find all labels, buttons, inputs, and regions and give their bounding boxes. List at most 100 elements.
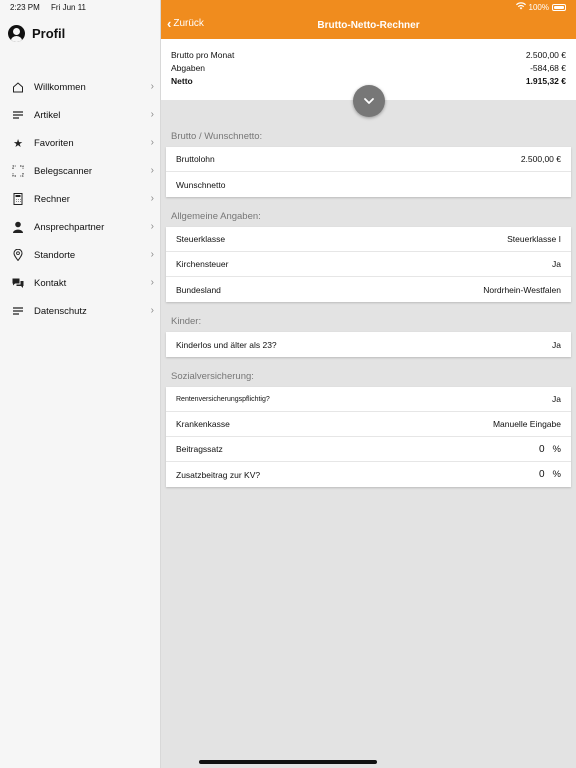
- section-title-kinder: Kinder:: [171, 316, 202, 327]
- row-label: Steuerklasse: [176, 234, 226, 244]
- sidebar-item-standorte[interactable]: Standorte ›: [0, 241, 161, 269]
- summary-abgaben-value: -584,68 €: [530, 63, 566, 73]
- row-label: Krankenkasse: [176, 419, 230, 429]
- calculator-icon: [11, 192, 25, 206]
- row-value: Ja: [552, 259, 561, 269]
- row-label: Kirchensteuer: [176, 259, 229, 269]
- row-kinderlos[interactable]: Kinderlos und älter als 23? Ja: [166, 332, 571, 357]
- sidebar-item-kontakt[interactable]: Kontakt ›: [0, 269, 161, 297]
- chevron-right-icon: ›: [150, 277, 154, 288]
- row-steuerklasse[interactable]: Steuerklasse Steuerklasse I: [166, 227, 571, 252]
- location-pin-icon: [11, 248, 25, 262]
- summary-brutto-value: 2.500,00 €: [525, 50, 566, 60]
- sidebar-item-favoriten[interactable]: ★ Favoriten ›: [0, 129, 161, 157]
- row-bruttolohn[interactable]: Bruttolohn 2.500,00 €: [166, 147, 571, 172]
- sidebar-item-label: Willkommen: [34, 81, 86, 93]
- chevron-down-icon: [363, 92, 375, 110]
- status-bar-right: 100%: [515, 2, 566, 12]
- zusatzbeitrag-input[interactable]: 0: [539, 469, 545, 480]
- summary-brutto-label: Brutto pro Monat: [171, 50, 235, 60]
- row-rentenversicherung[interactable]: Rentenversicherungspflichtig? Ja: [166, 387, 571, 412]
- status-date: Fri Jun 11: [51, 3, 87, 12]
- row-beitragssatz[interactable]: Beitragssatz 0 %: [166, 437, 571, 462]
- summary-brutto-row: Brutto pro Monat 2.500,00 €: [171, 50, 566, 60]
- profile-title: Profil: [32, 26, 66, 41]
- row-label: Bruttolohn: [176, 154, 215, 164]
- profile-icon: [8, 25, 25, 42]
- sidebar-item-label: Artikel: [34, 109, 61, 121]
- section-title-brutto: Brutto / Wunschnetto:: [171, 131, 263, 142]
- battery-percent: 100%: [528, 2, 549, 12]
- card-allgemein: Steuerklasse Steuerklasse I Kirchensteue…: [166, 227, 571, 302]
- summary-abgaben-row: Abgaben -584,68 €: [171, 63, 566, 73]
- summary-netto-label: Netto: [171, 76, 193, 86]
- page-title: Brutto-Netto-Rechner: [317, 20, 420, 31]
- sidebar-nav: Willkommen › Artikel › ★ Favoriten › Bel…: [0, 73, 161, 325]
- sidebar-item-label: Datenschutz: [34, 305, 87, 317]
- card-sozial: Rentenversicherungspflichtig? Ja Kranken…: [166, 387, 571, 487]
- list-icon: [11, 304, 25, 318]
- list-icon: [11, 108, 25, 122]
- sidebar-item-willkommen[interactable]: Willkommen ›: [0, 73, 161, 101]
- row-label: Wunschnetto: [176, 179, 226, 190]
- summary-abgaben-label: Abgaben: [171, 63, 206, 73]
- sidebar-item-rechner[interactable]: Rechner ›: [0, 185, 161, 213]
- row-wunschnetto[interactable]: Wunschnetto: [166, 172, 571, 197]
- chevron-right-icon: ›: [150, 137, 154, 148]
- nav-header: ‹ Zurück Brutto-Netto-Rechner: [161, 0, 576, 39]
- chevron-right-icon: ›: [150, 193, 154, 204]
- row-krankenkasse[interactable]: Krankenkasse Manuelle Eingabe: [166, 412, 571, 437]
- row-value: Nordrhein-Westfalen: [483, 284, 561, 295]
- sidebar-item-label: Favoriten: [34, 137, 74, 149]
- chevron-right-icon: ›: [150, 81, 154, 92]
- row-label: Rentenversicherungspflichtig?: [176, 395, 270, 403]
- sidebar-item-label: Belegscanner: [34, 165, 93, 177]
- row-label: Kinderlos und älter als 23?: [176, 339, 277, 350]
- section-title-sozial: Sozialversicherung:: [171, 371, 254, 382]
- card-brutto: Bruttolohn 2.500,00 € Wunschnetto: [166, 147, 571, 197]
- expand-details-button[interactable]: [353, 85, 385, 117]
- profile-header[interactable]: Profil: [8, 25, 65, 42]
- chevron-right-icon: ›: [150, 305, 154, 316]
- sidebar-item-label: Ansprechpartner: [34, 221, 105, 233]
- row-bundesland[interactable]: Bundesland Nordrhein-Westfalen: [166, 277, 571, 302]
- sidebar-item-label: Kontakt: [34, 277, 67, 289]
- sidebar-item-artikel[interactable]: Artikel ›: [0, 101, 161, 129]
- star-icon: ★: [13, 137, 23, 150]
- card-kinder: Kinderlos und älter als 23? Ja: [166, 332, 571, 357]
- summary-netto-value: 1.915,32 €: [525, 76, 566, 86]
- home-indicator[interactable]: [199, 760, 377, 764]
- row-value: Steuerklasse I: [507, 234, 561, 244]
- row-label: Zusatzbeitrag zur KV?: [176, 469, 261, 480]
- sidebar-item-label: Rechner: [34, 193, 70, 205]
- sidebar-item-datenschutz[interactable]: Datenschutz ›: [0, 297, 161, 325]
- percent-unit: %: [552, 443, 561, 455]
- row-label: Beitragssatz: [176, 444, 223, 454]
- sidebar-item-belegscanner[interactable]: Belegscanner ›: [0, 157, 161, 185]
- chevron-right-icon: ›: [150, 221, 154, 232]
- chevron-right-icon: ›: [150, 109, 154, 120]
- status-bar-left: 2:23 PM Fri Jun 11: [10, 3, 95, 12]
- scan-icon: [11, 164, 25, 178]
- chat-icon: [11, 276, 25, 290]
- person-icon: [11, 220, 25, 234]
- sidebar-item-label: Standorte: [34, 249, 76, 261]
- home-icon: [11, 80, 25, 94]
- row-kirchensteuer[interactable]: Kirchensteuer Ja: [166, 252, 571, 277]
- section-title-allgemein: Allgemeine Angaben:: [171, 211, 261, 222]
- chevron-right-icon: ›: [150, 165, 154, 176]
- chevron-right-icon: ›: [150, 249, 154, 260]
- row-value: 2.500,00 €: [520, 154, 561, 164]
- sidebar-item-ansprechpartner[interactable]: Ansprechpartner ›: [0, 213, 161, 241]
- row-zusatzbeitrag[interactable]: Zusatzbeitrag zur KV? 0 %: [166, 462, 571, 487]
- row-value: Manuelle Eingabe: [492, 419, 561, 429]
- battery-icon: [552, 3, 566, 11]
- percent-unit: %: [552, 469, 561, 480]
- row-value: Ja: [552, 394, 561, 404]
- beitragssatz-input[interactable]: 0: [539, 444, 545, 455]
- sidebar: Profil Willkommen › Artikel › ★ Favorite…: [0, 0, 161, 768]
- status-time: 2:23 PM: [10, 3, 40, 12]
- row-value: Ja: [552, 339, 561, 350]
- row-label: Bundesland: [176, 284, 221, 295]
- wifi-icon: [515, 2, 526, 12]
